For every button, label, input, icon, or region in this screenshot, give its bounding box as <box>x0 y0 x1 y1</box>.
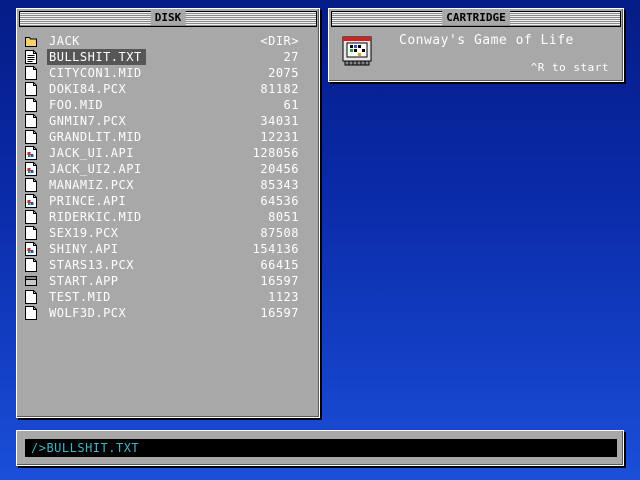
file-name: SEX19.PCX <box>49 226 119 240</box>
disk-title: DISK <box>150 11 186 25</box>
file-row[interactable]: DOKI84.PCX 81182 <box>23 81 299 97</box>
disk-window: DISK JACK <DIR> BULLSHIT.TXT 27 CITYCON1.MID… <box>16 8 320 418</box>
file-name: STARS13.PCX <box>49 258 134 272</box>
file-row[interactable]: MANAMIZ.PCX 85343 <box>23 177 299 193</box>
app-file-icon <box>25 194 37 208</box>
file-name: JACK <box>49 34 80 48</box>
window-app-icon <box>25 274 37 288</box>
app-file-icon <box>25 162 37 176</box>
cartridge-window: CARTRIDGE Conway's Game of Life ^R to st… <box>328 8 624 82</box>
file-row[interactable]: JACK_UI.API 128056 <box>23 145 299 161</box>
file-row[interactable]: RIDERKIC.MID 8051 <box>23 209 299 225</box>
file-name: TEST.MID <box>49 290 111 304</box>
file-name: JACK_UI.API <box>49 146 134 160</box>
file-row[interactable]: JACK <DIR> <box>23 33 299 49</box>
file-size: 16597 <box>260 306 299 320</box>
cartridge-hint: ^R to start <box>530 61 609 74</box>
file-row[interactable]: FOO.MID 61 <box>23 97 299 113</box>
file-size: 16597 <box>260 274 299 288</box>
file-icon <box>25 290 37 304</box>
cartridge-name: Conway's Game of Life <box>399 33 574 48</box>
command-input[interactable]: />BULLSHIT.TXT <box>25 439 617 457</box>
file-name: RIDERKIC.MID <box>49 210 142 224</box>
file-name: START.APP <box>49 274 119 288</box>
file-icon <box>25 98 37 112</box>
file-name: CITYCON1.MID <box>49 66 142 80</box>
file-row[interactable]: JACK_UI2.API 20456 <box>23 161 299 177</box>
file-name: PRINCE.API <box>49 194 127 208</box>
file-row[interactable]: WOLF3D.PCX 16597 <box>23 305 299 321</box>
file-size: 64536 <box>260 194 299 208</box>
file-size: 8051 <box>268 210 299 224</box>
file-size: 34031 <box>260 114 299 128</box>
file-name: SHINY.API <box>49 242 119 256</box>
app-file-icon <box>25 146 37 160</box>
file-icon <box>25 130 37 144</box>
file-size: 87508 <box>260 226 299 240</box>
file-list: JACK <DIR> BULLSHIT.TXT 27 CITYCON1.MID 2075 D… <box>23 33 299 321</box>
file-icon <box>25 258 37 272</box>
file-icon <box>25 82 37 96</box>
file-icon <box>25 210 37 224</box>
file-size: 66415 <box>260 258 299 272</box>
file-icon <box>25 114 37 128</box>
file-name: DOKI84.PCX <box>49 82 127 96</box>
file-row[interactable]: TEST.MID 1123 <box>23 289 299 305</box>
file-size: 20456 <box>260 162 299 176</box>
file-size: 81182 <box>260 82 299 96</box>
file-size: 2075 <box>268 66 299 80</box>
file-row[interactable]: STARS13.PCX 66415 <box>23 257 299 273</box>
file-row[interactable]: CITYCON1.MID 2075 <box>23 65 299 81</box>
folder-icon <box>25 34 37 48</box>
file-icon <box>25 66 37 80</box>
cartridge-title: CARTRIDGE <box>442 11 510 25</box>
file-size: 27 <box>283 50 299 64</box>
file-icon <box>25 226 37 240</box>
file-size: 85343 <box>260 178 299 192</box>
file-row[interactable]: PRINCE.API 64536 <box>23 193 299 209</box>
app-file-icon <box>25 242 37 256</box>
file-row[interactable]: GNMIN7.PCX 34031 <box>23 113 299 129</box>
file-icon <box>25 178 37 192</box>
file-name: BULLSHIT.TXT <box>47 49 146 65</box>
file-row[interactable]: GRANDLIT.MID 12231 <box>23 129 299 145</box>
cartridge-titlebar[interactable]: CARTRIDGE <box>331 11 621 27</box>
file-row[interactable]: BULLSHIT.TXT 27 <box>23 49 299 65</box>
command-window: />BULLSHIT.TXT <box>16 430 624 466</box>
text-file-icon <box>25 50 37 64</box>
file-name: GRANDLIT.MID <box>49 130 142 144</box>
file-name: FOO.MID <box>49 98 104 112</box>
file-size: 154136 <box>252 242 299 256</box>
cartridge-icon[interactable] <box>341 35 373 67</box>
file-icon <box>25 306 37 320</box>
file-size: 1123 <box>268 290 299 304</box>
file-size: 61 <box>283 98 299 112</box>
disk-titlebar[interactable]: DISK <box>19 11 317 27</box>
file-size: 128056 <box>252 146 299 160</box>
file-name: WOLF3D.PCX <box>49 306 127 320</box>
file-size: 12231 <box>260 130 299 144</box>
file-size: <DIR> <box>260 34 299 48</box>
file-name: MANAMIZ.PCX <box>49 178 134 192</box>
file-row[interactable]: SEX19.PCX 87508 <box>23 225 299 241</box>
file-name: JACK_UI2.API <box>49 162 142 176</box>
file-row[interactable]: SHINY.API 154136 <box>23 241 299 257</box>
file-row[interactable]: START.APP 16597 <box>23 273 299 289</box>
file-name: GNMIN7.PCX <box>49 114 127 128</box>
